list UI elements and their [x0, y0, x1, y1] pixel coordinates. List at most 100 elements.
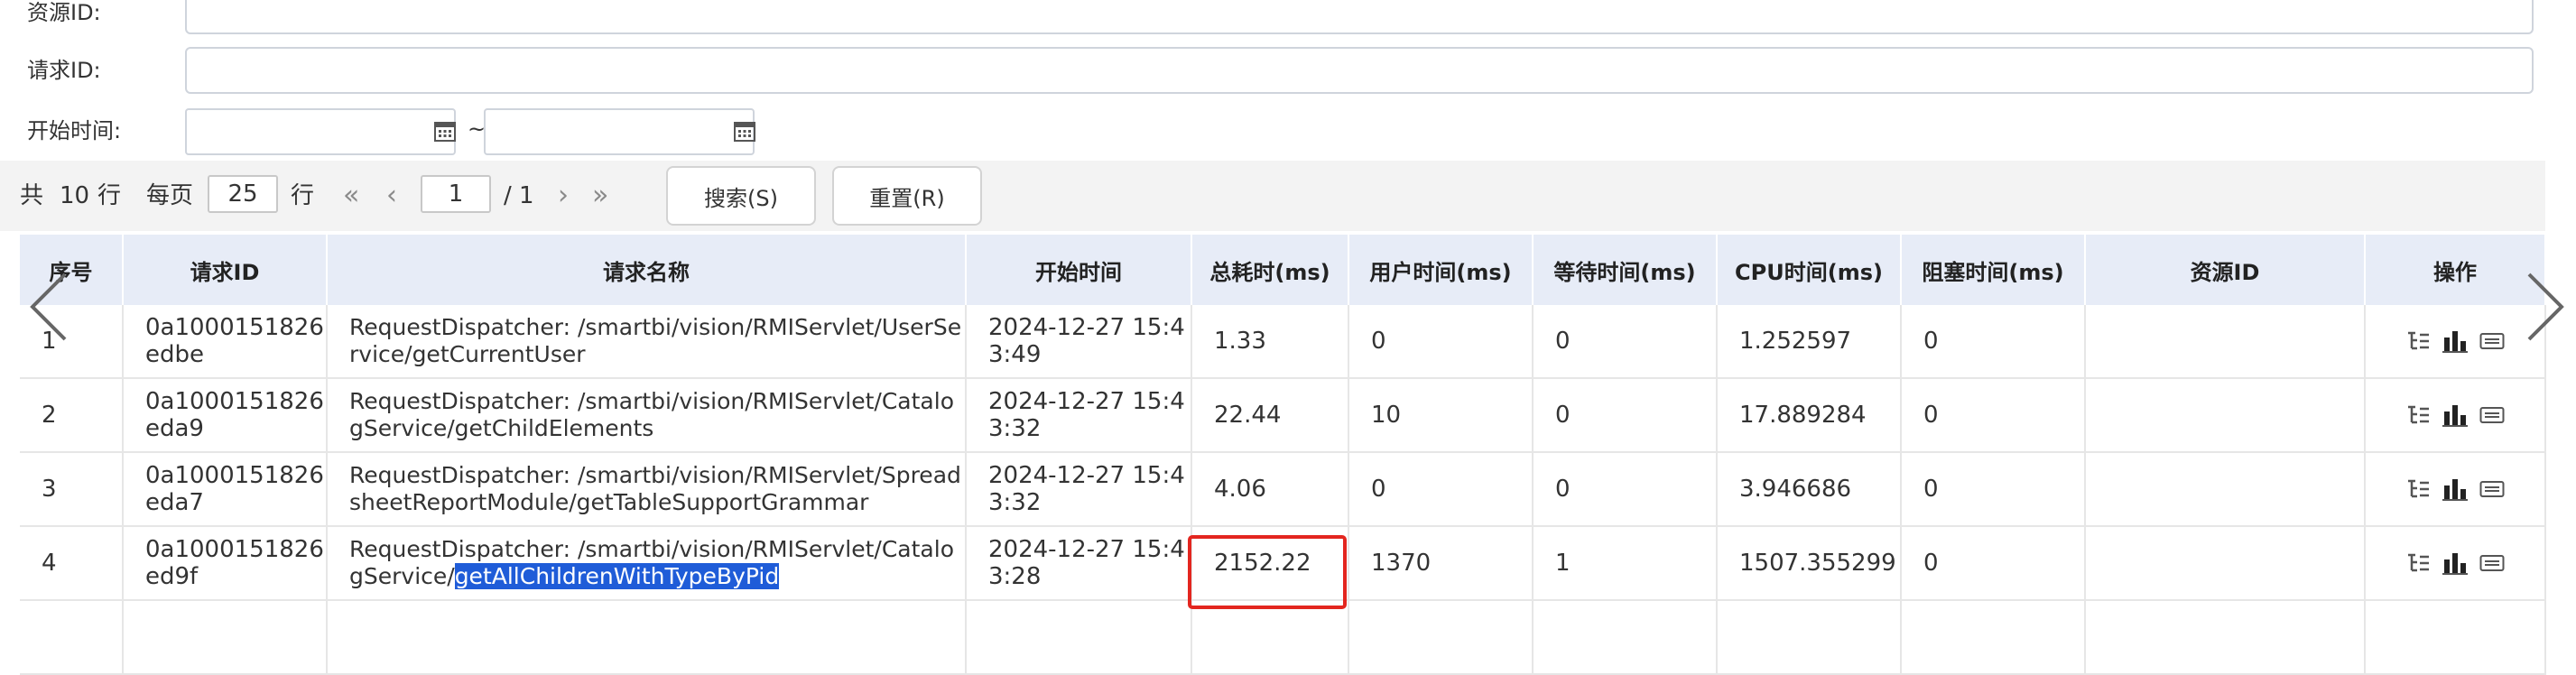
table-row[interactable]: 3 0a1000151826eda7 RequestDispatcher: /s… [20, 452, 2546, 527]
cell-empty [327, 600, 967, 675]
cell-request-name: RequestDispatcher: /smartbi/vision/RMISe… [327, 305, 967, 379]
col-total-time[interactable]: 总耗时(ms) [1191, 235, 1349, 305]
tree-icon[interactable] [2405, 330, 2431, 352]
cell-empty [1901, 600, 2086, 675]
cell-start-time: 2024-12-27 15:43:49 [966, 305, 1192, 379]
cell-wait-time: 0 [1533, 378, 1718, 453]
bar-chart-icon[interactable] [2442, 402, 2469, 428]
resource-id-row: 资源ID: [0, 0, 2576, 38]
col-blocked-time[interactable]: 阻塞时间(ms) [1901, 235, 2086, 305]
cell-resource-id [2085, 452, 2366, 527]
cell-request-name: RequestDispatcher: /smartbi/vision/RMISe… [327, 452, 967, 527]
sql-icon[interactable] [2479, 479, 2505, 499]
cell-empty [123, 600, 328, 675]
cell-actions [2365, 305, 2546, 379]
cell-empty [1533, 600, 1718, 675]
col-cpu-time[interactable]: CPU时间(ms) [1717, 235, 1902, 305]
bar-chart-icon[interactable] [2442, 328, 2469, 354]
right-arrow-icon[interactable] [2524, 271, 2569, 343]
cell-empty [20, 600, 124, 675]
cell-blocked-time: 0 [1901, 526, 2086, 601]
cell-start-time: 2024-12-27 15:43:32 [966, 452, 1192, 527]
col-user-time[interactable]: 用户时间(ms) [1348, 235, 1534, 305]
sql-icon[interactable] [2479, 331, 2505, 351]
start-time-from-input[interactable] [185, 108, 456, 155]
cell-blocked-time: 0 [1901, 378, 2086, 453]
cell-request-id: 0a1000151826ed9f [123, 526, 328, 601]
col-resource-id[interactable]: 资源ID [2085, 235, 2366, 305]
per-page-label: 每页 [146, 182, 194, 209]
total-rows: 10 [60, 182, 90, 209]
cell-actions [2365, 378, 2546, 453]
resource-id-label: 资源ID: [27, 0, 101, 25]
cell-cpu-time: 17.889284 [1717, 378, 1902, 453]
cell-start-time: 2024-12-27 15:43:28 [966, 526, 1192, 601]
cell-wait-time: 1 [1533, 526, 1718, 601]
left-arrow-icon[interactable] [25, 271, 70, 343]
cell-blocked-time: 0 [1901, 452, 2086, 527]
per-page-input[interactable] [208, 175, 278, 213]
cell-request-name: RequestDispatcher: /smartbi/vision/RMISe… [327, 378, 967, 453]
table-row[interactable]: 1 0a1000151826edbe RequestDispatcher: /s… [20, 305, 2546, 379]
cell-index: 3 [20, 452, 124, 527]
calendar-icon[interactable] [733, 119, 756, 143]
cell-actions [2365, 526, 2546, 601]
table-row[interactable]: 2 0a1000151826eda9 RequestDispatcher: /s… [20, 378, 2546, 453]
request-id-label: 请求ID: [27, 58, 101, 83]
start-time-label: 开始时间: [27, 118, 122, 143]
table-row-partial [20, 600, 2546, 675]
cell-request-name: RequestDispatcher: /smartbi/vision/RMISe… [327, 526, 967, 601]
table-header: 序号 请求ID 请求名称 开始时间 总耗时(ms) 用户时间(ms) 等待时间(… [20, 235, 2546, 305]
sql-icon[interactable] [2479, 553, 2505, 573]
cell-empty [2085, 600, 2366, 675]
tree-icon[interactable] [2405, 552, 2431, 574]
cell-cpu-time: 3.946686 [1717, 452, 1902, 527]
row-unit: 行 [97, 182, 122, 209]
cell-empty [1348, 600, 1534, 675]
sql-icon[interactable] [2479, 405, 2505, 425]
col-request-id[interactable]: 请求ID [123, 235, 328, 305]
search-button[interactable]: 搜索(S) [666, 166, 816, 226]
last-page-button[interactable]: » [592, 161, 608, 231]
cell-resource-id [2085, 526, 2366, 601]
col-start-time[interactable]: 开始时间 [966, 235, 1192, 305]
row-actions [2387, 476, 2544, 502]
cell-cpu-time: 1507.355299 [1717, 526, 1902, 601]
current-page-input[interactable] [421, 175, 491, 213]
bar-chart-icon[interactable] [2442, 476, 2469, 502]
total-pages: / 1 [504, 182, 534, 209]
tree-icon[interactable] [2405, 404, 2431, 426]
total-prefix: 共 [20, 182, 44, 209]
col-request-name[interactable]: 请求名称 [327, 235, 967, 305]
cell-total-time: 1.33 [1191, 305, 1349, 379]
cell-wait-time: 0 [1533, 305, 1718, 379]
request-name-highlight: getAllChildrenWithTypeByPid [454, 563, 780, 589]
cell-user-time: 10 [1348, 378, 1534, 453]
start-time-to-input[interactable] [484, 108, 755, 155]
row-actions [2387, 550, 2544, 576]
cell-blocked-time: 0 [1901, 305, 2086, 379]
cell-user-time: 0 [1348, 305, 1534, 379]
first-page-button[interactable]: « [343, 161, 359, 231]
request-id-input[interactable] [185, 47, 2534, 94]
cell-user-time: 0 [1348, 452, 1534, 527]
per-page-unit: 行 [291, 182, 315, 209]
prev-page-button[interactable]: ‹ [386, 161, 397, 231]
cell-start-time: 2024-12-27 15:43:32 [966, 378, 1192, 453]
cell-request-id: 0a1000151826edbe [123, 305, 328, 379]
cell-empty [1717, 600, 1902, 675]
row-actions [2387, 402, 2544, 428]
resource-id-input[interactable] [185, 0, 2534, 34]
cell-resource-id [2085, 305, 2366, 379]
pager-bar: 共 10 行 每页 行 « ‹ / 1 › » 搜索(S) 重置(R) [0, 161, 2545, 231]
highlight-box [1188, 535, 1347, 609]
cell-index: 4 [20, 526, 124, 601]
next-page-button[interactable]: › [558, 161, 569, 231]
calendar-icon[interactable] [433, 119, 457, 143]
col-wait-time[interactable]: 等待时间(ms) [1533, 235, 1718, 305]
bar-chart-icon[interactable] [2442, 550, 2469, 576]
cell-resource-id [2085, 378, 2366, 453]
cell-actions [2365, 452, 2546, 527]
reset-button[interactable]: 重置(R) [832, 166, 982, 226]
tree-icon[interactable] [2405, 478, 2431, 500]
